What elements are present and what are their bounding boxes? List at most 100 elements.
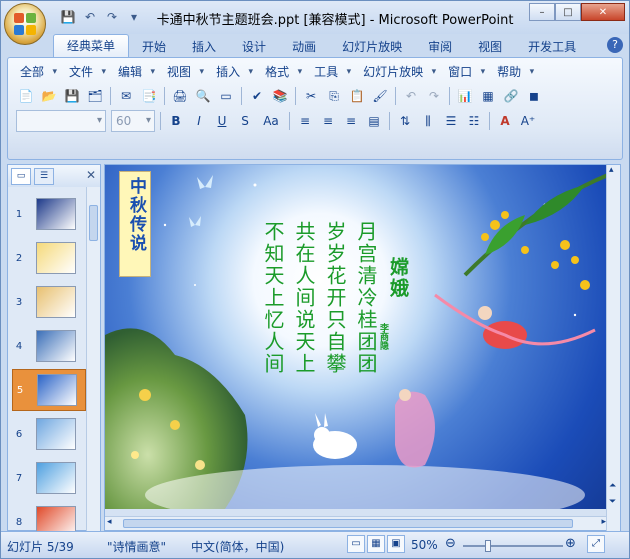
justify-icon[interactable]: ▤	[364, 111, 384, 131]
tab-6[interactable]: 审阅	[415, 36, 465, 58]
font-color-button[interactable]: A	[495, 111, 515, 131]
slideshow-view-icon[interactable]: ▣	[387, 535, 405, 553]
scroll-up-icon[interactable]: ▴	[609, 165, 614, 175]
underline-button[interactable]: U	[212, 111, 232, 131]
tab-2[interactable]: 插入	[179, 36, 229, 58]
text-direction-icon[interactable]: ⇅	[395, 111, 415, 131]
office-button[interactable]	[4, 3, 46, 45]
panel-close-icon[interactable]: ✕	[86, 168, 96, 182]
menu-6[interactable]: 工具	[310, 63, 351, 81]
menu-5[interactable]: 格式	[261, 63, 302, 81]
hscroll-thumb[interactable]	[123, 519, 573, 528]
bullets-icon[interactable]: ☰	[441, 111, 461, 131]
print-preview-icon[interactable]: 🔍	[193, 86, 213, 106]
fit-to-window-icon[interactable]: ⤢	[587, 535, 605, 553]
zoom-in-icon[interactable]: ⊕	[565, 536, 576, 551]
menu-9[interactable]: 帮助	[493, 63, 534, 81]
grow-font-icon[interactable]: A⁺	[518, 111, 538, 131]
redo-icon[interactable]: ↷	[424, 86, 444, 106]
align-right-icon[interactable]: ≡	[341, 111, 361, 131]
separator	[395, 87, 396, 105]
tab-0[interactable]: 经典菜单	[53, 34, 130, 58]
menu-7[interactable]: 幻灯片放映	[359, 63, 436, 81]
poem-title: 嫦娥	[387, 257, 409, 299]
pdf-icon[interactable]: 📑	[139, 86, 159, 106]
menu-8[interactable]: 窗口	[444, 63, 485, 81]
more-icon[interactable]: ◼	[524, 86, 544, 106]
research-icon[interactable]: 📚	[270, 86, 290, 106]
change-case-button[interactable]: Aa	[258, 111, 284, 131]
menu-1[interactable]: 文件	[65, 63, 106, 81]
copy-icon[interactable]: ⎘	[324, 86, 344, 106]
vertical-scrollbar[interactable]: ▴ ⏶ ⏷	[606, 165, 620, 532]
separator	[295, 87, 296, 105]
horizontal-scrollbar[interactable]: ◂ ▸	[105, 516, 608, 530]
slide-thumbnail[interactable]: 6	[12, 413, 86, 455]
menu-3[interactable]: 视图	[163, 63, 204, 81]
slide-thumbnail[interactable]: 7	[12, 457, 86, 499]
tab-8[interactable]: 开发工具	[515, 36, 589, 58]
table-icon[interactable]: ▦	[478, 86, 498, 106]
chart-icon[interactable]: 📊	[455, 86, 475, 106]
zoom-slider-thumb[interactable]	[485, 540, 491, 552]
tab-4[interactable]: 动画	[279, 36, 329, 58]
zoom-out-icon[interactable]: ⊖	[445, 536, 456, 551]
hyperlink-icon[interactable]: 🔗	[501, 86, 521, 106]
font-name-combo[interactable]	[16, 110, 106, 132]
tab-5[interactable]: 幻灯片放映	[329, 36, 415, 58]
numbering-icon[interactable]: ☷	[464, 111, 484, 131]
slide-thumbnail[interactable]: 5	[12, 369, 86, 411]
bold-button[interactable]: B	[166, 111, 186, 131]
shadow-button[interactable]: S	[235, 111, 255, 131]
format-painter-icon[interactable]: 🖌	[370, 86, 390, 106]
menu-0[interactable]: 全部	[16, 63, 57, 81]
slide-thumbnail[interactable]: 2	[12, 237, 86, 279]
save-icon[interactable]: 💾	[62, 86, 82, 106]
tab-7[interactable]: 视图	[465, 36, 515, 58]
formatting-toolbar: 60 B I U S Aa ≡ ≡ ≡ ▤ ⇅ ⫼ ☰ ☷ A A⁺	[16, 110, 538, 132]
slides-tab-icon[interactable]: ▭	[11, 168, 31, 185]
print-icon[interactable]: 🖨	[170, 86, 190, 106]
previous-slide-icon[interactable]: ⏶	[609, 481, 616, 491]
maximize-button[interactable]: □	[555, 3, 581, 21]
menu-4[interactable]: 插入	[212, 63, 253, 81]
slide-thumbnail[interactable]: 1	[12, 193, 86, 235]
language-indicator[interactable]: 中文(简体，中国)	[191, 538, 284, 555]
panel-scrollbar[interactable]	[86, 187, 100, 532]
next-slide-icon[interactable]: ⏷	[609, 497, 616, 507]
slide-thumbnail[interactable]: 4	[12, 325, 86, 367]
separator	[489, 112, 490, 130]
title-box[interactable]: 中秋传说	[119, 171, 151, 277]
slide-canvas[interactable]: 中秋传说 嫦娥 李商隐 月宫清冷桂团团 岁岁花开只自攀 共在人间说天上 不知天上忆人间	[105, 165, 608, 509]
slide-sorter-icon[interactable]: ▦	[367, 535, 385, 553]
email-icon[interactable]: ✉	[116, 86, 136, 106]
slide-thumbnail[interactable]: 3	[12, 281, 86, 323]
undo-icon[interactable]: ↶	[401, 86, 421, 106]
cut-icon[interactable]: ✂	[301, 86, 321, 106]
permission-icon[interactable]: 🗂	[85, 86, 105, 106]
align-text-icon[interactable]: ⫼	[418, 111, 438, 131]
spelling-icon[interactable]: ✔	[247, 86, 267, 106]
outline-tab-icon[interactable]: ☰	[34, 168, 54, 185]
slideshow-icon[interactable]: ▭	[216, 86, 236, 106]
slide-thumbnail[interactable]: 8	[12, 501, 86, 532]
menu-2[interactable]: 编辑	[114, 63, 155, 81]
normal-view-icon[interactable]: ▭	[347, 535, 365, 553]
scroll-thumb[interactable]	[89, 205, 98, 241]
font-size-combo[interactable]: 60	[111, 110, 155, 132]
paste-icon[interactable]: 📋	[347, 86, 367, 106]
scroll-left-icon[interactable]: ◂	[107, 517, 112, 527]
close-button[interactable]: ✕	[581, 3, 625, 21]
zoom-slider[interactable]	[463, 540, 563, 552]
align-left-icon[interactable]: ≡	[295, 111, 315, 131]
minimize-button[interactable]: –	[529, 3, 555, 21]
zoom-level[interactable]: 50%	[411, 538, 438, 552]
help-icon[interactable]: ?	[607, 37, 623, 53]
thumbnail-number: 4	[15, 340, 23, 352]
italic-button[interactable]: I	[189, 111, 209, 131]
tab-3[interactable]: 设计	[229, 36, 279, 58]
open-icon[interactable]: 📂	[39, 86, 59, 106]
tab-1[interactable]: 开始	[129, 36, 179, 58]
align-center-icon[interactable]: ≡	[318, 111, 338, 131]
new-icon[interactable]: 📄	[16, 86, 36, 106]
